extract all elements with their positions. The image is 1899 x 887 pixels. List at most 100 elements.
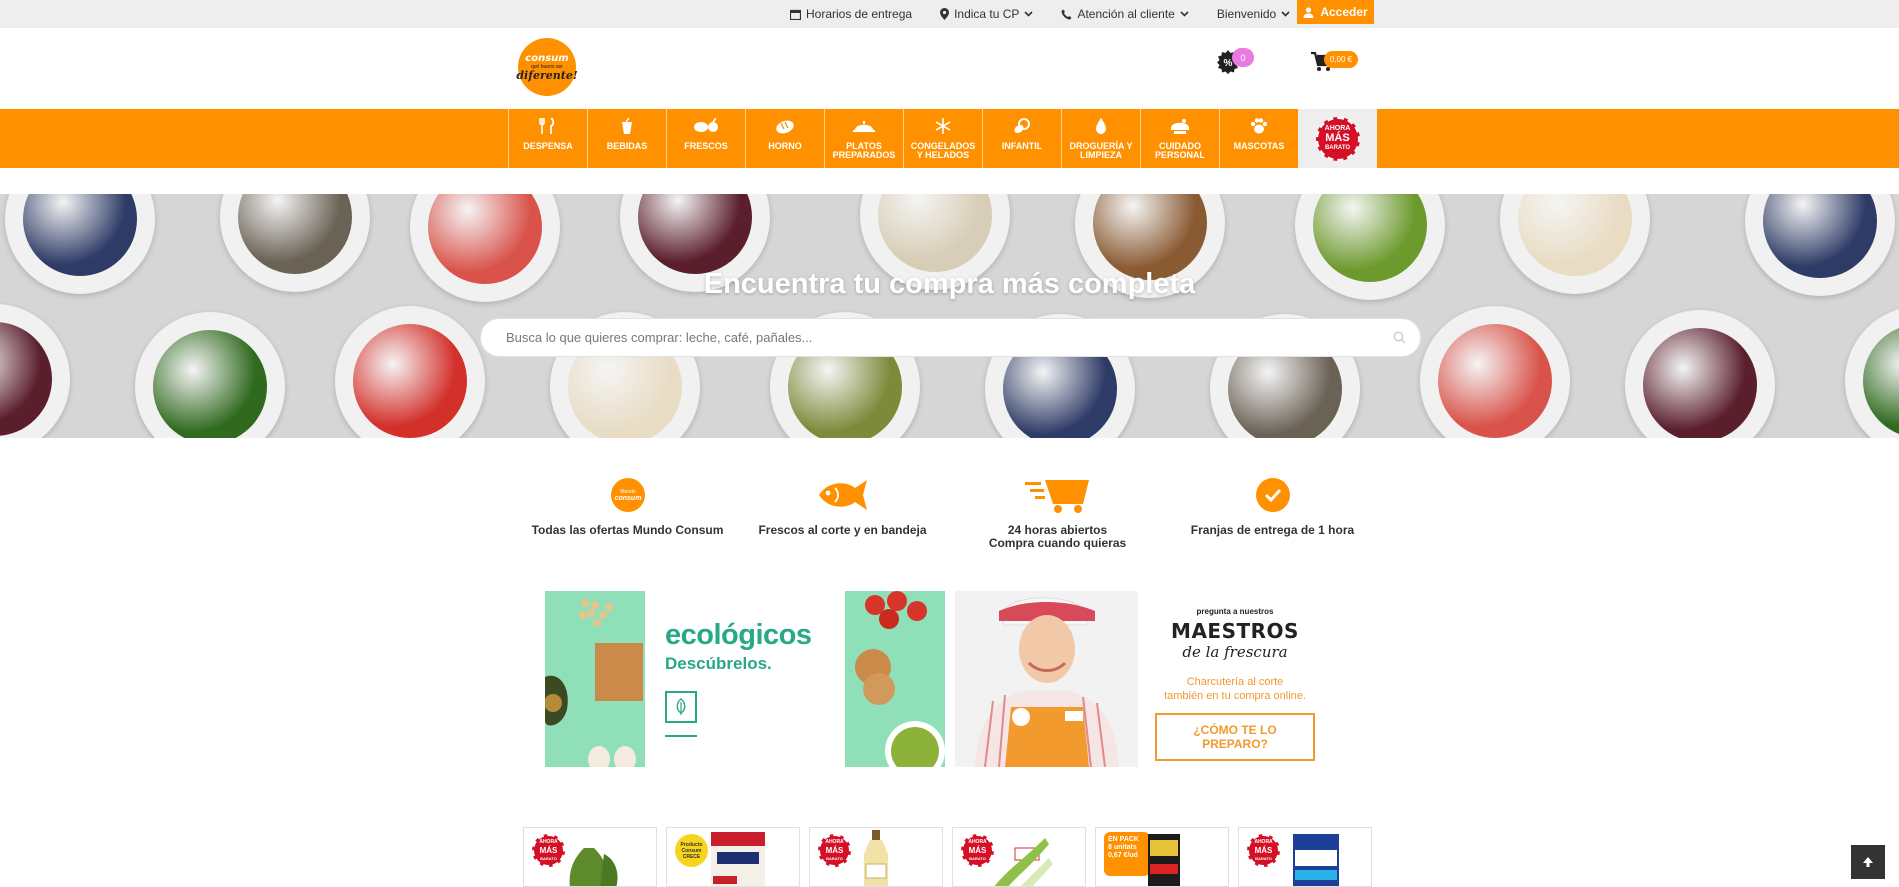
- feature-text-line2: Compra cuando quieras: [988, 536, 1127, 550]
- nav-item-bebidas[interactable]: BEBIDAS: [587, 109, 666, 168]
- offers-count-badge: 0: [1232, 48, 1254, 67]
- postcode-dropdown[interactable]: Indica tu CP: [940, 7, 1034, 21]
- dish-icon: [853, 117, 875, 134]
- product-card[interactable]: AHORA MÁS BARATO: [523, 827, 657, 887]
- svg-text:%: %: [1224, 58, 1233, 69]
- food-bowl: [1420, 306, 1570, 438]
- login-button[interactable]: Acceder: [1297, 0, 1374, 24]
- nav-item-infantil[interactable]: INFANTIL: [982, 109, 1061, 168]
- product-card[interactable]: AHORA MÁS BARATO: [952, 827, 1086, 887]
- eco-divider: [665, 735, 697, 737]
- top-bar: Horarios de entrega Indica tu CP Atenció…: [0, 0, 1899, 28]
- promo-line3: BARATO: [1324, 145, 1351, 151]
- hero-search-bar[interactable]: [480, 318, 1421, 357]
- how-to-prepare-button[interactable]: ¿CÓMO TE LO PREPARO?: [1155, 713, 1315, 761]
- hero-banner: Encuentra tu compra más completa: [0, 194, 1899, 438]
- nav-item-label: HORNO: [768, 141, 802, 151]
- eco-banner-image: [545, 591, 645, 767]
- delivery-hours-link[interactable]: Horarios de entrega: [790, 7, 912, 21]
- maestros-subtitle: de la frescura: [1182, 643, 1288, 661]
- maestros-desc-line1: Charcutería al corte: [1186, 676, 1284, 688]
- eco-subtitle: Descúbrelos.: [665, 654, 772, 673]
- maestros-banner[interactable]: pregunta a nuestros MAESTROS de la fresc…: [955, 591, 1335, 767]
- search-icon[interactable]: [1393, 331, 1406, 344]
- feature-1-hour-slots[interactable]: Franjas de entrega de 1 hora: [1165, 476, 1380, 550]
- customer-service-dropdown[interactable]: Atención al cliente: [1061, 7, 1189, 21]
- food-bowl: [135, 312, 285, 438]
- check-icon: [1255, 478, 1290, 512]
- product-card[interactable]: AHORA MÁS BARATO: [1238, 827, 1372, 887]
- food-illustration: [545, 599, 643, 767]
- scroll-to-top-button[interactable]: [1851, 845, 1885, 879]
- product-image: [1293, 834, 1339, 886]
- hero-title: Encuentra tu compra más completa: [703, 268, 1196, 300]
- food-bowl: [0, 304, 70, 438]
- maestros-description: Charcutería al corte también en tu compr…: [1155, 675, 1315, 703]
- chevron-down-icon: [1281, 11, 1290, 17]
- nav-item-congelados[interactable]: CONGELADOS Y HELADOS: [903, 109, 982, 168]
- food-illustration: [855, 591, 945, 767]
- feature-text: Todas las ofertas Mundo Consum: [531, 523, 724, 537]
- care-icon: [1170, 117, 1190, 134]
- food-bowl: [1625, 310, 1775, 438]
- eco-banner[interactable]: ecológicos Descúbrelos.: [545, 591, 825, 767]
- delivery-cart-icon: [1024, 480, 1089, 513]
- search-input[interactable]: [481, 319, 1361, 356]
- nav-item-cuidado[interactable]: CUIDADO PERSONAL: [1140, 109, 1219, 168]
- product-carousel: AHORA MÁS BARATO Producto Consum CRECE AHO…: [523, 827, 1381, 887]
- eco-title: ecológicos: [665, 619, 812, 651]
- nav-item-despensa[interactable]: DESPENSA: [508, 109, 587, 168]
- login-label: Acceder: [1320, 5, 1368, 19]
- category-nav-items: DESPENSA BEBIDAS FRESCOS HORNO PLATOS PREPAR…: [508, 109, 1377, 168]
- bread-icon: [775, 117, 795, 134]
- paw-icon: [1250, 117, 1268, 134]
- header: consum qué bueno ser diferente! % 0 0,00…: [0, 28, 1899, 109]
- nav-item-ahora-mas-barato[interactable]: AHORA MÁS BARATO: [1298, 109, 1377, 168]
- mundo-badge-bottom: consum: [614, 495, 641, 502]
- feature-text: Frescos al corte y en bandeja: [758, 523, 927, 537]
- welcome-label: Bienvenido: [1216, 7, 1277, 21]
- fresh-icon: [693, 117, 719, 134]
- user-icon: [1303, 6, 1314, 18]
- logo-name: consum: [525, 52, 569, 64]
- maestros-pre: pregunta a nuestros: [1196, 607, 1274, 616]
- product-card[interactable]: AHORA MÁS BARATO: [809, 827, 943, 887]
- nav-item-label: DROGUERÍA Y LIMPIEZA: [1069, 141, 1133, 160]
- feature-text: Franjas de entrega de 1 hora: [1190, 523, 1355, 537]
- top-bar-items: Horarios de entrega Indica tu CP Atenció…: [790, 0, 1318, 28]
- feature-mundo-consum[interactable]: Mundo consum Todas las ofertas Mundo Con…: [520, 476, 735, 550]
- product-card[interactable]: EN PACK 8 unitats 0,67 €/ud: [1095, 827, 1229, 887]
- phone-icon: [1061, 9, 1072, 19]
- nav-item-mascotas[interactable]: MASCOTAS: [1219, 109, 1298, 168]
- calendar-icon: [790, 9, 801, 20]
- delivery-hours-label: Horarios de entrega: [806, 7, 913, 21]
- feature-24-hours[interactable]: 24 horas abiertos Compra cuando quieras: [950, 476, 1165, 550]
- nav-item-frescos[interactable]: FRESCOS: [666, 109, 745, 168]
- nav-item-droguería[interactable]: DROGUERÍA Y LIMPIEZA: [1061, 109, 1140, 168]
- product-image: [1148, 834, 1180, 886]
- product-image: [864, 830, 888, 886]
- cart-total-badge[interactable]: 0,00 €: [1324, 51, 1358, 68]
- consum-logo[interactable]: consum qué bueno ser diferente!: [516, 38, 578, 96]
- nav-item-label: CUIDADO PERSONAL: [1154, 141, 1205, 160]
- feature-fresh-cut[interactable]: Frescos al corte y en bandeja: [735, 476, 950, 550]
- eco-text: ecológicos Descúbrelos.: [665, 619, 812, 674]
- eco-banner-food-image[interactable]: [845, 591, 945, 767]
- arrow-up-icon: [1863, 857, 1873, 867]
- logo-script: diferente!: [516, 68, 578, 82]
- category-nav: DESPENSA BEBIDAS FRESCOS HORNO PLATOS PREPAR…: [0, 109, 1899, 168]
- features-row: Mundo consum Todas las ofertas Mundo Con…: [520, 476, 1380, 550]
- leaf-icon: [665, 691, 697, 723]
- welcome-dropdown[interactable]: Bienvenido: [1217, 7, 1290, 21]
- chef-illustration: [955, 591, 1138, 767]
- nav-item-platos[interactable]: PLATOS PREPARADOS: [824, 109, 903, 168]
- maestros-desc-line2: también en tu compra online.: [1164, 690, 1306, 702]
- ahora-mas-barato-badge: AHORA MÁS BARATO: [1315, 116, 1360, 161]
- nav-item-label: INFANTIL: [1001, 141, 1043, 151]
- nav-item-horno[interactable]: HORNO: [745, 109, 824, 168]
- product-card[interactable]: Producto Consum CRECE: [666, 827, 800, 887]
- fish-icon: [818, 480, 867, 510]
- mundo-consum-icon: Mundo consum: [610, 478, 645, 512]
- maestros-title: MAESTROS: [1171, 619, 1299, 643]
- nav-item-label: FRESCOS: [684, 141, 728, 151]
